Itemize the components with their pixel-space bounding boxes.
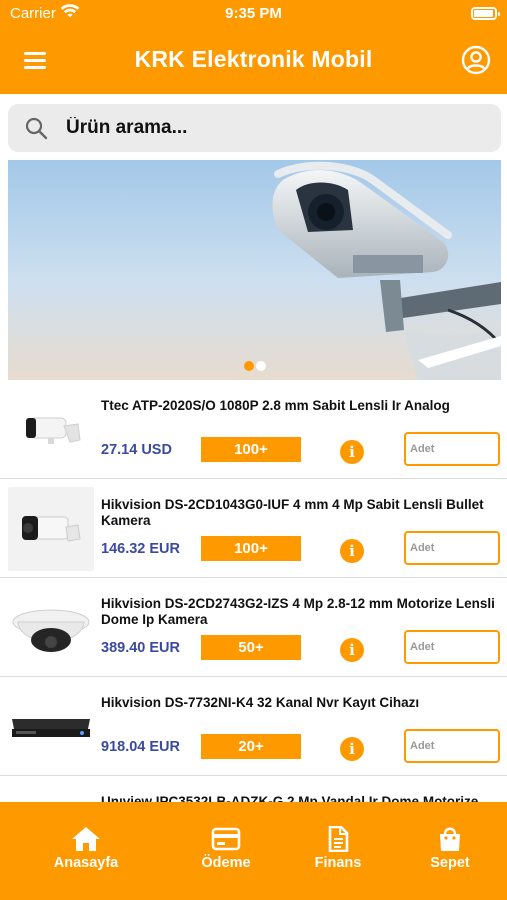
tab-odeme[interactable]: Ödeme [171, 826, 281, 871]
tab-label: Finans [314, 855, 362, 871]
battery-icon [471, 7, 500, 20]
carousel-dot[interactable] [256, 361, 266, 371]
tab-label: Sepet [430, 855, 470, 871]
product-price: 27.14 USD [101, 442, 172, 458]
product-thumbnail[interactable] [8, 487, 94, 571]
stock-badge: 100+ [201, 437, 301, 462]
shopping-bag-icon [440, 827, 460, 851]
product-thumbnail[interactable] [8, 586, 94, 670]
product-row[interactable]: Hikvision DS-2CD1043G0-IUF 4 mm 4 Mp Sab… [0, 479, 507, 578]
promo-banner[interactable] [8, 160, 501, 380]
quantity-input[interactable] [404, 729, 500, 763]
bullet-camera-icon [26, 417, 81, 444]
app-title: KRK Elektronik Mobil [134, 46, 373, 72]
product-name[interactable]: Ttec ATP-2020S/O 1080P 2.8 mm Sabit Lens… [101, 398, 501, 414]
quantity-input[interactable] [404, 432, 500, 466]
product-thumbnail[interactable] [8, 685, 94, 769]
product-row[interactable]: Ttec ATP-2020S/O 1080P 2.8 mm Sabit Lens… [0, 380, 507, 479]
home-icon [72, 827, 100, 851]
tab-label: Ödeme [201, 855, 251, 871]
nvr-recorder-icon [12, 719, 90, 737]
product-price: 146.32 EUR [101, 541, 180, 557]
stock-badge: 100+ [201, 536, 301, 561]
search-input[interactable] [66, 104, 486, 152]
product-name[interactable]: Hikvision DS-2CD2743G2-IZS 4 Mp 2.8-12 m… [101, 596, 501, 628]
product-name[interactable]: Hikvision DS-2CD1043G0-IUF 4 mm 4 Mp Sab… [101, 497, 501, 529]
stock-badge: 50+ [201, 635, 301, 660]
tab-label: Anasayfa [53, 855, 119, 871]
product-row[interactable]: Hikvision DS-7732NI-K4 32 Kanal Nvr Kayı… [0, 677, 507, 776]
bullet-camera-icon [22, 516, 81, 542]
quantity-input[interactable] [404, 630, 500, 664]
nav-bar: KRK Elektronik Mobil [0, 36, 507, 86]
carousel-dots[interactable] [244, 358, 268, 371]
search-icon [25, 117, 48, 140]
product-thumbnail[interactable] [8, 388, 94, 472]
info-icon[interactable]: i [340, 539, 364, 563]
product-row[interactable]: Hikvision DS-2CD2743G2-IZS 4 Mp 2.8-12 m… [0, 578, 507, 677]
product-name[interactable]: Hikvision DS-7732NI-K4 32 Kanal Nvr Kayı… [101, 695, 501, 711]
bottom-tab-bar: Anasayfa Ödeme Finans Sepet [0, 802, 507, 900]
status-time: 9:35 PM [225, 5, 282, 22]
banner-image [8, 160, 501, 380]
product-price: 918.04 EUR [101, 739, 180, 755]
product-price: 389.40 EUR [101, 640, 180, 656]
search-bar[interactable] [8, 104, 501, 152]
stock-badge: 20+ [201, 734, 301, 759]
info-icon[interactable]: i [340, 638, 364, 662]
info-icon[interactable]: i [340, 737, 364, 761]
product-name[interactable]: Unıview IPC3532LB-ADZK-G 2 Mp Vandal Ir … [101, 794, 501, 802]
dome-camera-icon [8, 784, 94, 802]
status-bar: Carrier 9:35 PM [0, 0, 507, 30]
info-icon[interactable]: i [340, 440, 364, 464]
tab-anasayfa[interactable]: Anasayfa [31, 826, 141, 871]
hamburger-menu-icon[interactable] [22, 48, 48, 72]
app-header: Carrier 9:35 PM KRK Elektronik Mobil [0, 0, 507, 94]
product-thumbnail[interactable] [8, 784, 94, 802]
user-profile-icon[interactable] [461, 45, 491, 75]
quantity-input[interactable] [404, 531, 500, 565]
credit-card-icon [211, 827, 241, 851]
carousel-dot-active[interactable] [244, 361, 254, 371]
document-icon [328, 826, 349, 852]
tab-finans[interactable]: Finans [283, 826, 393, 871]
tab-sepet[interactable]: Sepet [395, 826, 505, 871]
product-list[interactable]: Ttec ATP-2020S/O 1080P 2.8 mm Sabit Lens… [0, 380, 507, 802]
product-row[interactable]: Unıview IPC3532LB-ADZK-G 2 Mp Vandal Ir … [0, 776, 507, 802]
dome-camera-icon [12, 609, 90, 652]
